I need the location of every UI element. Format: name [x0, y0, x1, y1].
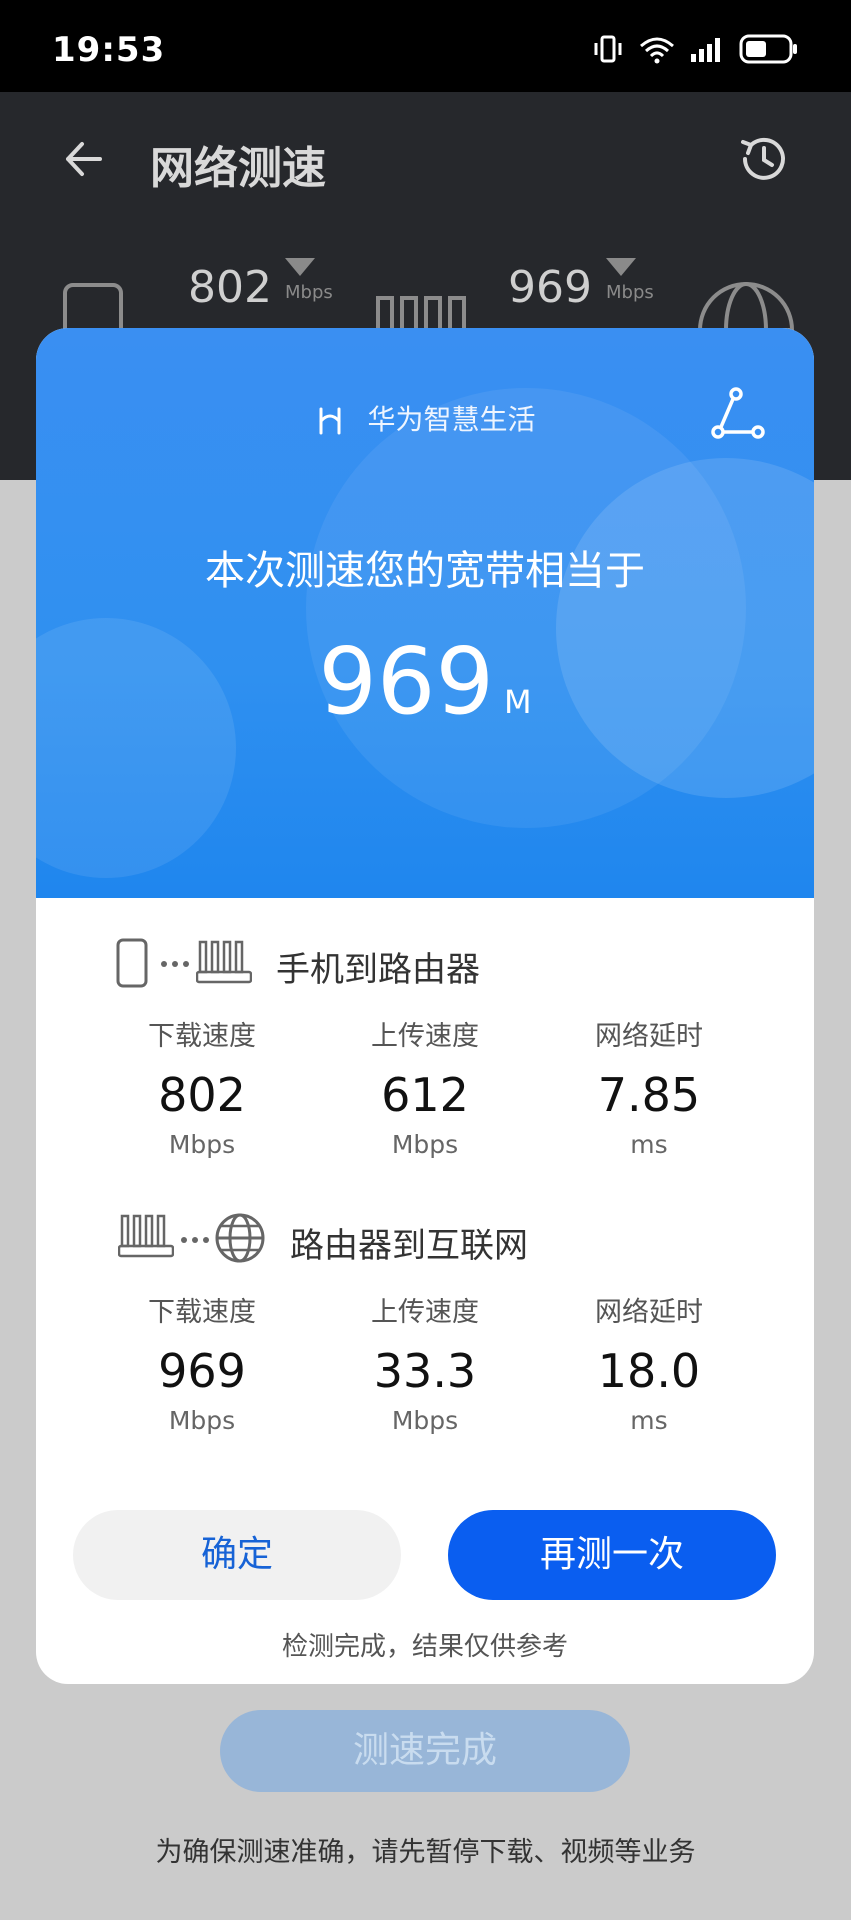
status-time: 19:53: [52, 30, 166, 70]
metric-unit: Mbps: [168, 1406, 236, 1435]
metric-label: 网络延时: [595, 1021, 703, 1052]
phone-icon: [116, 938, 148, 988]
section-title-router-internet: 路由器到互联网: [290, 1226, 528, 1266]
metric-label: 上传速度: [371, 1297, 479, 1328]
result-headline: 本次测速您的宽带相当于: [205, 548, 645, 594]
metric-label: 上传速度: [371, 1021, 479, 1052]
share-icon[interactable]: [710, 386, 766, 442]
result-speed: 969 M: [36, 628, 814, 735]
metric-unit: ms: [630, 1130, 668, 1159]
back-arrow-icon[interactable]: [60, 134, 110, 184]
battery-icon: [739, 34, 797, 64]
router-icon: [118, 1214, 174, 1258]
huawei-smart-life-logo-icon: [319, 407, 341, 435]
topo-phone-router-speed: 802: [188, 262, 272, 313]
page-title: 网络测速: [150, 143, 326, 194]
brand: 华为智慧生活: [36, 398, 814, 438]
retest-button[interactable]: 再测一次: [448, 1510, 776, 1600]
pause-tip: 为确保测速准确，请先暂停下载、视频等业务: [155, 1837, 696, 1868]
brand-name: 华为智慧生活: [367, 403, 536, 436]
confirm-button[interactable]: 确定: [73, 1510, 401, 1600]
metric-unit: ms: [630, 1406, 668, 1435]
result-speed-unit: M: [504, 683, 532, 721]
status-icons: [593, 34, 799, 64]
result-hero: 华为智慧生活 本次测速您的宽带相当于 969 M: [36, 328, 814, 898]
speedtest-done-button: 测速完成: [220, 1710, 630, 1792]
metric-unit: Mbps: [391, 1406, 459, 1435]
metric-value: 7.85: [597, 1068, 701, 1122]
history-icon[interactable]: [737, 132, 791, 186]
metric-value: 969: [158, 1344, 246, 1398]
dots-icon: [181, 1237, 209, 1243]
router-icon: [196, 940, 252, 984]
wifi-icon: [640, 37, 674, 64]
section-title-phone-router: 手机到路由器: [276, 950, 480, 990]
metric-value: 612: [381, 1068, 469, 1122]
down-triangle-icon: [606, 258, 636, 276]
metric-value: 18.0: [597, 1344, 701, 1398]
vibrate-icon: [594, 35, 622, 63]
dots-icon: [161, 961, 189, 967]
globe-icon: [215, 1213, 265, 1263]
result-dialog: 华为智慧生活 本次测速您的宽带相当于 969 M 手机到路由器 下载速度 上传速度…: [36, 328, 814, 1684]
result-speed-value: 969: [318, 628, 494, 735]
metric-label: 下载速度: [148, 1297, 256, 1328]
metric-value: 33.3: [373, 1344, 477, 1398]
metric-label: 下载速度: [148, 1021, 256, 1052]
topo-unit-2: Mbps: [606, 282, 654, 303]
metric-unit: Mbps: [168, 1130, 236, 1159]
metric-unit: Mbps: [391, 1130, 459, 1159]
topo-unit-1: Mbps: [285, 282, 333, 303]
metric-label: 网络延时: [595, 1297, 703, 1328]
down-triangle-icon: [285, 258, 315, 276]
metric-value: 802: [158, 1068, 246, 1122]
result-note: 检测完成，结果仅供参考: [281, 1632, 568, 1662]
signal-icon: [691, 38, 720, 62]
topo-router-internet-speed: 969: [508, 262, 592, 313]
status-bar: 19:53: [0, 0, 851, 92]
